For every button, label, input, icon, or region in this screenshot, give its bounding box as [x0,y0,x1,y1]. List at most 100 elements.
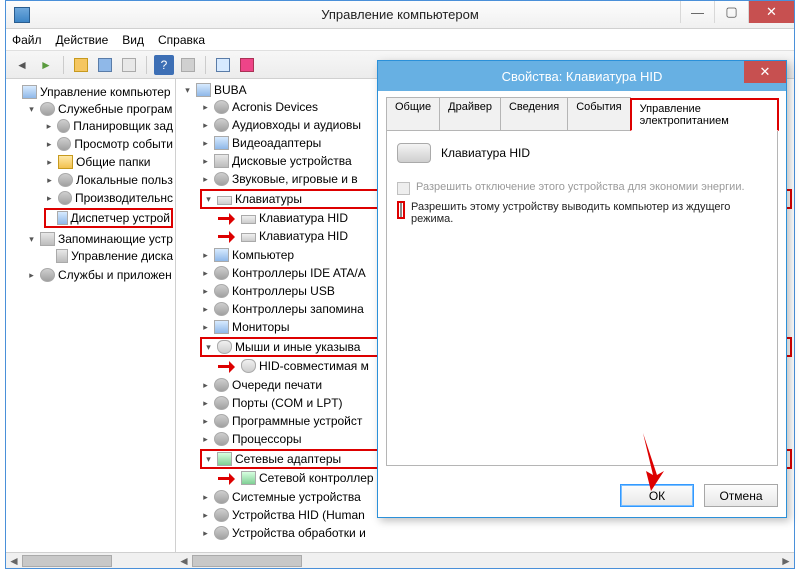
menu-view[interactable]: Вид [122,33,144,47]
keyboard-icon [241,215,256,224]
tab-power-management[interactable]: Управление электропитанием [630,98,779,131]
checkbox-allow-wake[interactable] [400,203,402,217]
cpu-icon [214,432,229,446]
mouse-cat-icon [217,340,232,354]
services-icon [40,102,55,116]
cat-sound[interactable]: Звуковые, игровые и в [232,171,358,187]
tb-grid-icon[interactable] [178,55,198,75]
cat-computer[interactable]: Компьютер [232,247,294,263]
dialog-close-button[interactable]: ✕ [744,61,786,83]
cat-print[interactable]: Очереди печати [232,377,322,393]
checkbox-highlight [397,201,405,219]
perf-icon [58,191,72,205]
right-scrollbar[interactable]: ◄► [176,552,794,568]
tree-storage[interactable]: Запоминающие устр [58,231,173,247]
tree-system-tools[interactable]: Служебные програм [58,101,172,117]
system-icon [214,490,229,504]
audio-icon [214,118,229,132]
dev-keyboard-hid-2[interactable]: Клавиатура HID [259,228,348,244]
checkbox-allow-off [397,182,410,195]
tb-blue-icon[interactable] [95,55,115,75]
tree-task-scheduler[interactable]: Планировщик зад [73,118,173,134]
tb-yellow-icon[interactable] [71,55,91,75]
dev-network-ctrl[interactable]: Сетевой контроллер [259,470,374,486]
ide-icon [214,266,229,280]
eventlog-icon [57,137,71,151]
window-title: Управление компьютером [6,7,794,22]
tab-general[interactable]: Общие [386,97,440,130]
cat-acronis[interactable]: Acronis Devices [232,99,318,115]
cat-keyboards[interactable]: Клавиатуры [235,191,302,207]
left-scrollbar[interactable]: ◄► [6,552,176,568]
checkbox-allow-off-label: Разрешить отключение этого устройства дл… [416,181,745,193]
console-tree[interactable]: Управление компьютер Служебные програм П… [8,83,173,285]
cat-mice[interactable]: Мыши и иные указыва [235,339,360,355]
dialog-titlebar: Свойства: Клавиатура HID ✕ [378,61,786,91]
tree-device-manager[interactable]: Диспетчер устрой [71,210,170,226]
sound-icon [214,172,229,186]
cat-processors[interactable]: Процессоры [232,431,302,447]
tree-local-users[interactable]: Локальные польз [76,172,173,188]
cat-hid[interactable]: Устройства HID (Human [232,507,365,523]
tree-services-apps[interactable]: Службы и приложен [58,267,172,283]
tree-event-viewer[interactable]: Просмотр событи [74,136,173,152]
tb-red-icon[interactable] [237,55,257,75]
keyboard-icon [241,233,256,242]
acronis-icon [214,100,229,114]
cat-video[interactable]: Видеоадаптеры [232,135,321,151]
tree-performance[interactable]: Производительнс [75,190,173,206]
forward-button[interactable]: ► [36,55,56,75]
cat-ide[interactable]: Контроллеры IDE ATA/А [232,265,366,281]
tab-power-page: Клавиатура HID Разрешить отключение этог… [386,131,778,466]
close-button[interactable]: ✕ [748,1,794,23]
menu-action[interactable]: Действие [56,33,109,47]
cancel-button[interactable]: Отмена [704,484,778,507]
cat-storage-ctrl[interactable]: Контроллеры запомина [232,301,364,317]
maximize-button[interactable]: ▢ [714,1,748,23]
cat-usb[interactable]: Контроллеры USB [232,283,335,299]
dev-keyboard-hid-1[interactable]: Клавиатура HID [259,210,348,226]
menu-help[interactable]: Справка [158,33,205,47]
scan-hardware-button[interactable] [213,55,233,75]
cat-network[interactable]: Сетевые адаптеры [235,451,341,467]
back-button[interactable]: ◄ [12,55,32,75]
menu-file[interactable]: Файл [12,33,42,47]
cat-software-dev[interactable]: Программные устройст [232,413,362,429]
cat-monitors[interactable]: Мониторы [232,319,289,335]
tab-events[interactable]: События [567,97,630,130]
scheduler-icon [57,119,71,133]
help-button[interactable]: ? [154,55,174,75]
cat-imaging[interactable]: Устройства обработки и [232,525,366,541]
menubar: Файл Действие Вид Справка [6,29,794,51]
cat-system[interactable]: Системные устройства [232,489,361,505]
soft-icon [214,414,229,428]
device-root[interactable]: BUBA [214,82,247,98]
tree-shared-folders[interactable]: Общие папки [76,154,150,170]
tab-driver[interactable]: Драйвер [439,97,501,130]
red-arrow-icon [218,472,238,484]
print-icon [214,378,229,392]
users-icon [58,173,73,187]
usb-icon [214,284,229,298]
tab-details[interactable]: Сведения [500,97,568,130]
network-cat-icon [217,452,232,466]
ok-button[interactable]: ОК [620,484,694,507]
nic-icon [241,471,256,485]
tree-disk-management[interactable]: Управление диска [71,248,173,264]
cat-disk[interactable]: Дисковые устройства [232,153,352,169]
monitor-icon [214,320,229,334]
titlebar: Управление компьютером — ▢ ✕ [6,1,794,29]
device-name: Клавиатура HID [441,146,530,160]
tree-root[interactable]: Управление компьютер [40,84,171,100]
diskmgmt-icon [56,249,68,263]
storage-ctrl-icon [214,302,229,316]
tb-list-icon[interactable] [119,55,139,75]
checkbox-allow-wake-label: Разрешить этому устройству выводить комп… [411,201,731,225]
properties-dialog: Свойства: Клавиатура HID ✕ Общие Драйвер… [377,60,787,518]
dev-hid-mouse[interactable]: HID-совместимая м [259,358,369,374]
cat-ports[interactable]: Порты (COM и LPT) [232,395,343,411]
cat-audio[interactable]: Аудиовходы и аудиовы [232,117,361,133]
red-arrow-icon [218,360,238,372]
minimize-button[interactable]: — [680,1,714,23]
shared-folders-icon [58,155,73,169]
